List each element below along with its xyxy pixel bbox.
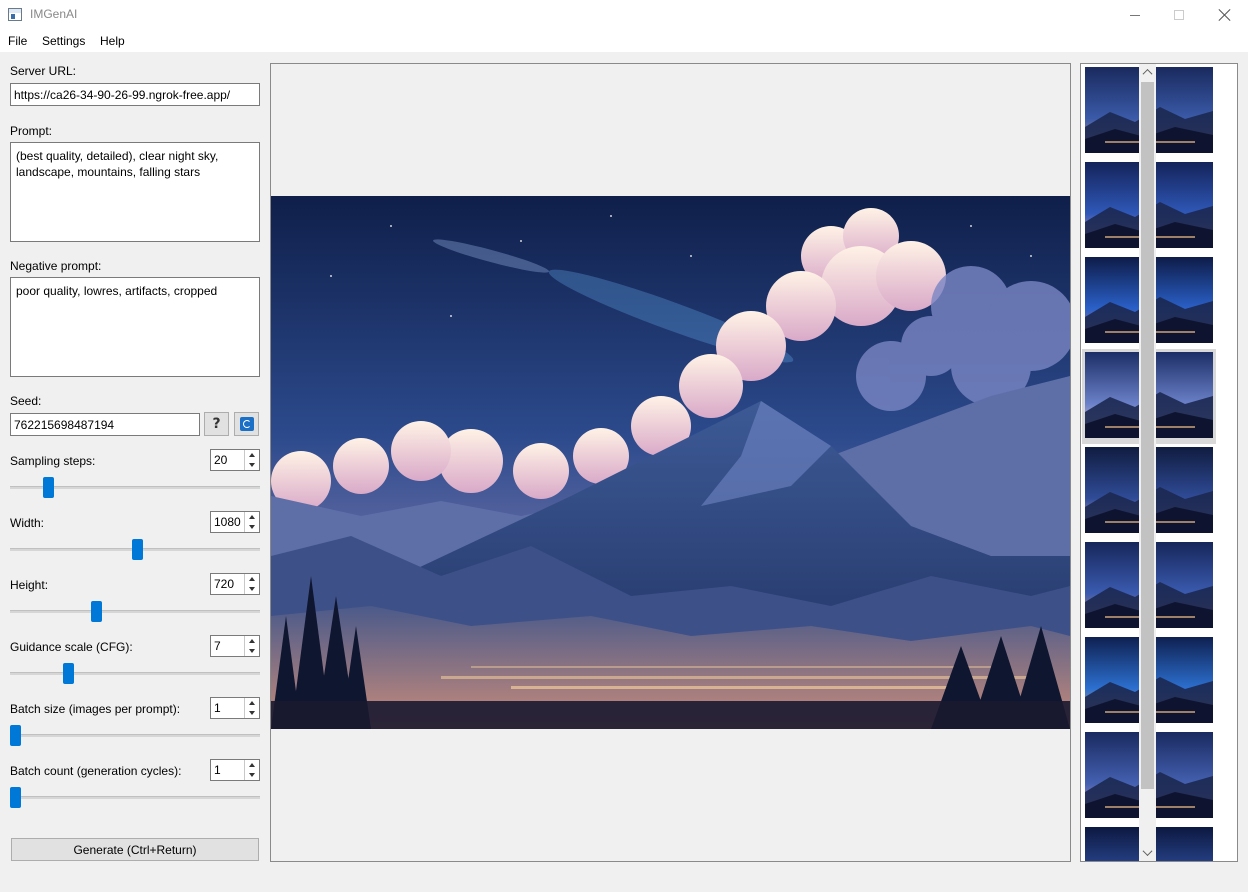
guidance-label: Guidance scale (CFG): [10, 640, 133, 654]
seed-help-button[interactable]: ? [204, 412, 229, 436]
negative-prompt-label: Negative prompt: [10, 259, 102, 273]
batch-size-slider[interactable] [10, 725, 260, 746]
negative-prompt-textarea[interactable]: poor quality, lowres, artifacts, cropped [10, 277, 260, 377]
arrow-up-icon [249, 515, 255, 519]
seed-randomize-button[interactable] [234, 412, 259, 436]
arrow-down-icon [249, 587, 255, 591]
width-slider[interactable] [10, 539, 260, 560]
prompt-label: Prompt: [10, 124, 53, 138]
seed-input[interactable]: 762215698487194 [10, 413, 200, 436]
height-value: 720 [214, 577, 235, 591]
app-window-icon [8, 8, 22, 21]
slider-handle[interactable] [43, 477, 54, 498]
arrow-down-icon [249, 649, 255, 653]
spin-down-button[interactable] [245, 584, 259, 594]
question-mark-icon: ? [212, 416, 221, 432]
menu-help[interactable]: Help [100, 34, 125, 48]
sampling-steps-slider[interactable] [10, 477, 260, 498]
batch-size-label: Batch size (images per prompt): [10, 702, 181, 716]
arrow-up-icon [249, 763, 255, 767]
image-preview-frame [270, 63, 1071, 862]
server-url-input[interactable]: https://ca26-34-90-26-99.ngrok-free.app/ [10, 83, 260, 106]
spin-down-button[interactable] [245, 522, 259, 532]
maximize-icon [1174, 10, 1184, 20]
server-url-label: Server URL: [10, 64, 77, 78]
arrow-up-icon [249, 701, 255, 705]
minimize-button[interactable] [1112, 0, 1158, 30]
generate-button[interactable]: Generate (Ctrl+Return) [11, 838, 259, 861]
spin-up-button[interactable] [245, 760, 259, 770]
spin-up-button[interactable] [245, 698, 259, 708]
menu-bar: File Settings Help [0, 30, 1248, 52]
spin-down-button[interactable] [245, 708, 259, 718]
guidance-value: 7 [214, 639, 221, 653]
batch-count-slider[interactable] [10, 787, 260, 808]
sampling-steps-spinbox[interactable]: 20 [210, 449, 260, 471]
slider-handle[interactable] [10, 725, 21, 746]
guidance-slider[interactable] [10, 663, 260, 684]
gallery-scrollbar[interactable] [1139, 64, 1156, 861]
maximize-button[interactable] [1156, 0, 1202, 30]
spin-up-button[interactable] [245, 512, 259, 522]
spin-up-button[interactable] [245, 574, 259, 584]
batch-size-spinbox[interactable]: 1 [210, 697, 260, 719]
spin-up-button[interactable] [245, 450, 259, 460]
batch-count-label: Batch count (generation cycles): [10, 764, 182, 778]
arrow-up-icon [249, 453, 255, 457]
menu-file[interactable]: File [8, 34, 27, 48]
spin-down-button[interactable] [245, 770, 259, 780]
slider-handle[interactable] [10, 787, 21, 808]
refresh-icon [239, 417, 254, 431]
sampling-steps-value: 20 [214, 453, 228, 467]
arrow-down-icon [249, 463, 255, 467]
arrow-down-icon [249, 525, 255, 529]
guidance-spinbox[interactable]: 7 [210, 635, 260, 657]
seed-label: Seed: [10, 394, 42, 408]
batch-count-value: 1 [214, 763, 221, 777]
arrow-down-icon [249, 773, 255, 777]
close-button[interactable] [1202, 0, 1248, 30]
generated-image[interactable] [271, 196, 1070, 729]
height-spinbox[interactable]: 720 [210, 573, 260, 595]
slider-handle[interactable] [63, 663, 74, 684]
chevron-up-icon [1142, 68, 1153, 79]
spin-down-button[interactable] [245, 646, 259, 656]
prompt-textarea[interactable]: (best quality, detailed), clear night sk… [10, 142, 260, 242]
scrollbar-thumb[interactable] [1141, 82, 1154, 789]
arrow-up-icon [249, 639, 255, 643]
scroll-down-button[interactable] [1139, 844, 1156, 861]
width-value: 1080 [214, 515, 241, 529]
sampling-steps-label: Sampling steps: [10, 454, 96, 468]
slider-handle[interactable] [91, 601, 102, 622]
batch-count-spinbox[interactable]: 1 [210, 759, 260, 781]
spin-up-button[interactable] [245, 636, 259, 646]
slider-handle[interactable] [132, 539, 143, 560]
title-bar: IMGenAI [0, 0, 1248, 30]
minimize-icon [1130, 14, 1140, 16]
window-title: IMGenAI [30, 7, 78, 21]
batch-size-value: 1 [214, 701, 221, 715]
close-icon [1219, 9, 1231, 21]
width-spinbox[interactable]: 1080 [210, 511, 260, 533]
arrow-up-icon [249, 577, 255, 581]
scroll-up-button[interactable] [1139, 64, 1156, 81]
height-label: Height: [10, 578, 49, 592]
width-label: Width: [10, 516, 45, 530]
arrow-down-icon [249, 711, 255, 715]
height-slider[interactable] [10, 601, 260, 622]
menu-settings[interactable]: Settings [42, 34, 85, 48]
chevron-down-icon [1142, 846, 1153, 857]
spin-down-button[interactable] [245, 460, 259, 470]
image-gallery [1080, 63, 1238, 862]
